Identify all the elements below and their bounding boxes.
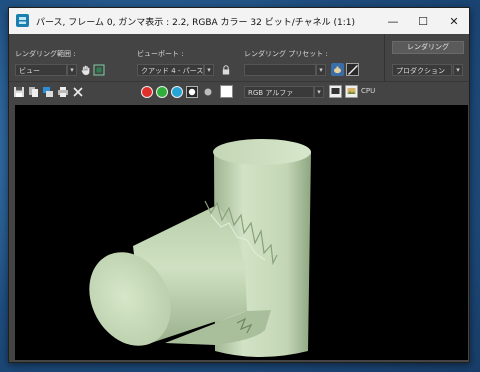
production-dropdown[interactable]: プロダクション bbox=[392, 64, 452, 76]
preset-label: レンダリング プリセット : bbox=[244, 50, 328, 58]
toolbar-separator bbox=[384, 34, 385, 81]
rendered-tee-pipe bbox=[89, 139, 311, 357]
image-toolbar: RGB アルファ ▾ CPU bbox=[9, 81, 469, 102]
dropdown-arrow-icon[interactable]: ▾ bbox=[314, 86, 324, 98]
white-swatch-icon[interactable] bbox=[220, 85, 233, 98]
channel-dropdown[interactable]: RGB アルファ bbox=[244, 86, 314, 98]
green-channel-toggle[interactable] bbox=[156, 86, 168, 98]
viewport-label: ビューポート : bbox=[137, 50, 184, 58]
render-frame-window: パース, フレーム 0, ガンマ表示 : 2.2, RGBA カラー 32 ビッ… bbox=[8, 7, 470, 363]
dropdown-arrow-icon[interactable]: ▾ bbox=[67, 64, 77, 76]
red-channel-toggle[interactable] bbox=[141, 86, 153, 98]
maximize-button[interactable]: ☐ bbox=[408, 8, 438, 34]
dropdown-arrow-icon[interactable]: ▾ bbox=[453, 64, 463, 76]
close-button[interactable]: ✕ bbox=[439, 8, 469, 34]
dropdown-arrow-icon[interactable]: ▾ bbox=[316, 64, 326, 76]
clear-icon[interactable] bbox=[72, 86, 84, 98]
alpha-icon[interactable] bbox=[186, 86, 198, 98]
maximize-icon: ☐ bbox=[418, 14, 428, 28]
teapot-icon[interactable] bbox=[331, 63, 344, 76]
render-viewport[interactable] bbox=[15, 105, 468, 360]
minimize-button[interactable]: — bbox=[378, 8, 408, 34]
renderer-label: CPU bbox=[361, 87, 376, 95]
window-title: パース, フレーム 0, ガンマ表示 : 2.2, RGBA カラー 32 ビッ… bbox=[36, 18, 356, 28]
edit-icon[interactable] bbox=[346, 63, 359, 76]
minimize-icon: — bbox=[387, 14, 399, 28]
dropdown-arrow-icon[interactable]: ▾ bbox=[204, 64, 214, 76]
viewport-dropdown[interactable]: クアッド 4 - パース bbox=[137, 64, 204, 76]
blue-channel-toggle[interactable] bbox=[171, 86, 183, 98]
lock-icon[interactable] bbox=[220, 64, 232, 76]
mono-icon[interactable] bbox=[202, 86, 214, 98]
close-icon: ✕ bbox=[449, 14, 459, 28]
display-icon[interactable] bbox=[329, 85, 342, 98]
app-icon bbox=[16, 14, 29, 27]
render-button[interactable]: レンダリング bbox=[392, 41, 464, 54]
clone-icon[interactable] bbox=[42, 86, 54, 98]
render-settings-toolbar: レンダリング範囲 : ビュー ▾ ビューポート : クアッド 4 - パース ▾… bbox=[9, 34, 469, 81]
title-bar[interactable]: パース, フレーム 0, ガンマ表示 : 2.2, RGBA カラー 32 ビッ… bbox=[9, 8, 469, 34]
hand-icon[interactable] bbox=[80, 64, 92, 76]
render-area-label: レンダリング範囲 : bbox=[15, 50, 76, 58]
environment-icon[interactable] bbox=[345, 85, 358, 98]
region-icon[interactable] bbox=[93, 64, 105, 76]
preset-dropdown[interactable] bbox=[244, 64, 316, 76]
print-icon[interactable] bbox=[57, 86, 69, 98]
render-area-dropdown[interactable]: ビュー bbox=[15, 64, 67, 76]
save-icon[interactable] bbox=[13, 86, 25, 98]
copy-icon[interactable] bbox=[28, 86, 40, 98]
